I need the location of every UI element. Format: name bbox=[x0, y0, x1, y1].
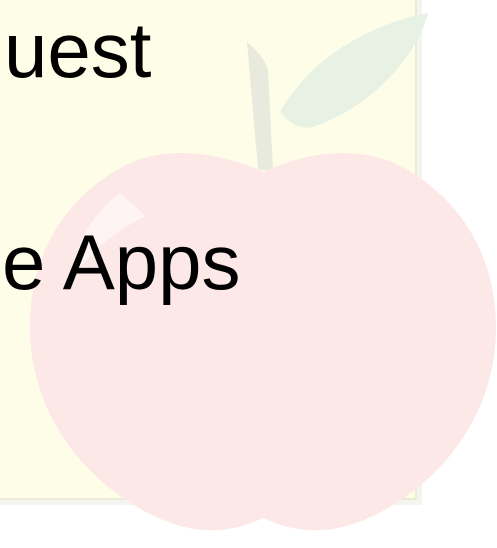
slide-text-line-2: e Apps bbox=[2, 218, 241, 306]
slide-text-line-1: uest bbox=[4, 6, 152, 94]
apple-leaf bbox=[280, 13, 428, 128]
apple-body bbox=[29, 153, 497, 531]
slide-canvas: uest e Apps bbox=[0, 0, 497, 548]
apple-stem bbox=[247, 42, 273, 171]
